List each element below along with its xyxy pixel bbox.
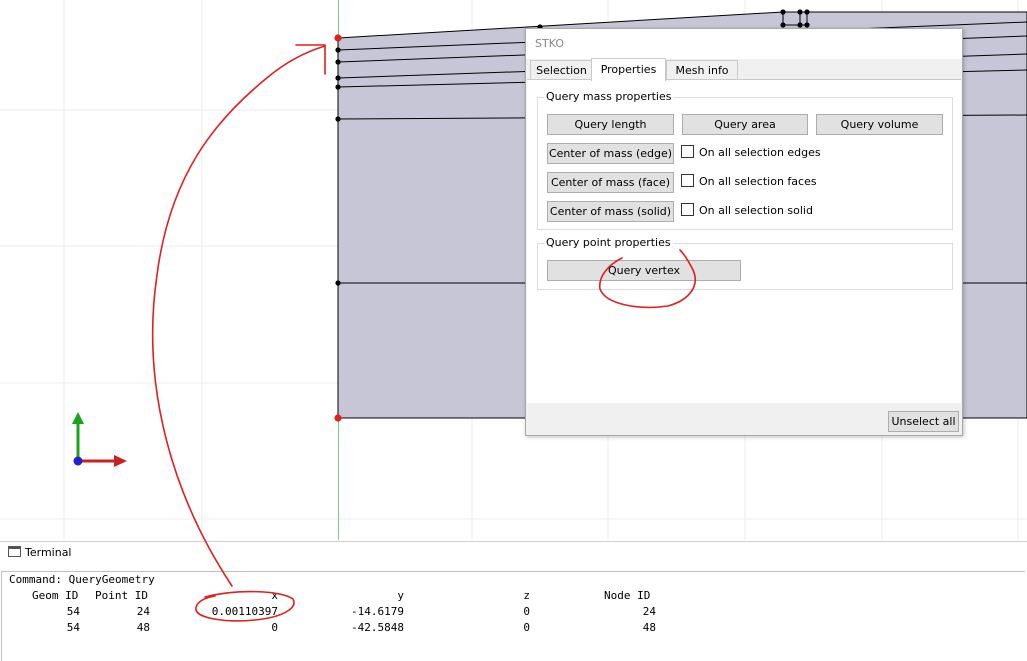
row2-point-id: 48 [136, 621, 150, 634]
terminal-icon [8, 546, 21, 557]
center-of-mass-face-button[interactable]: Center of mass (face) [547, 172, 674, 193]
checkbox-label: On all selection edges [699, 146, 821, 159]
row2-z: 0 [523, 621, 530, 634]
tab-mesh-info[interactable]: Mesh info [666, 60, 738, 80]
center-of-mass-edge-button[interactable]: Center of mass (edge) [547, 143, 674, 164]
query-point-group: Query point properties Query vertex [537, 236, 953, 290]
dialog-footer: Unselect all [526, 403, 962, 435]
tab-selection[interactable]: Selection [530, 60, 593, 80]
row1-node-id: 24 [642, 605, 656, 618]
terminal-header: Terminal [0, 542, 1027, 564]
header-geom-id: Geom ID [32, 589, 79, 602]
dialog-title: STKO [526, 29, 962, 59]
header-z: z [523, 589, 530, 602]
query-point-title: Query point properties [544, 236, 673, 249]
row1-geom-id: 54 [66, 605, 80, 618]
row2-geom-id: 54 [66, 621, 80, 634]
selected-vertex-bottom[interactable] [334, 414, 342, 422]
header-point-id: Point ID [95, 589, 148, 602]
axes-triad [72, 412, 127, 467]
checkbox-label: On all selection solid [699, 204, 813, 217]
query-mass-title: Query mass properties [544, 90, 674, 103]
row2-node-id: 48 [642, 621, 656, 634]
row1-point-id: 24 [136, 605, 150, 618]
tab-properties[interactable]: Properties [591, 58, 666, 81]
row1-y: -14.6179 [351, 605, 404, 618]
unselect-all-button[interactable]: Unselect all [888, 411, 959, 432]
selected-vertex-top[interactable] [334, 34, 342, 42]
terminal-output[interactable]: Command: QueryGeometry Geom ID Point ID … [1, 571, 1025, 661]
terminal-title: Terminal [25, 546, 72, 559]
center-of-mass-solid-button[interactable]: Center of mass (solid) [547, 201, 674, 222]
query-length-button[interactable]: Query length [547, 114, 674, 135]
row1-z: 0 [523, 605, 530, 618]
header-y: y [397, 589, 404, 602]
checkbox-box[interactable] [681, 145, 694, 158]
properties-panel: Query mass properties Query length Query… [527, 79, 961, 403]
row2-x: 0 [271, 621, 278, 634]
header-x: x [271, 589, 278, 602]
on-all-selection-edges-checkbox[interactable]: On all selection edges [681, 145, 821, 161]
row1-x: 0.00110397 [211, 605, 278, 618]
row2-y: -42.5848 [351, 621, 404, 634]
terminal-panel[interactable]: Terminal Command: QueryGeometry Geom ID … [0, 541, 1027, 661]
on-all-selection-faces-checkbox[interactable]: On all selection faces [681, 174, 817, 190]
on-all-selection-solid-checkbox[interactable]: On all selection solid [681, 203, 813, 219]
terminal-command: Command: QueryGeometry [9, 573, 155, 586]
stko-dialog[interactable]: STKO Selection Properties Mesh info Quer… [525, 28, 963, 436]
query-mass-group: Query mass properties Query length Query… [537, 90, 953, 230]
query-vertex-button[interactable]: Query vertex [547, 260, 741, 281]
header-node-id: Node ID [604, 589, 651, 602]
query-volume-button[interactable]: Query volume [816, 114, 943, 135]
checkbox-box[interactable] [681, 174, 694, 187]
query-area-button[interactable]: Query area [682, 114, 808, 135]
checkbox-box[interactable] [681, 203, 694, 216]
checkbox-label: On all selection faces [699, 175, 817, 188]
